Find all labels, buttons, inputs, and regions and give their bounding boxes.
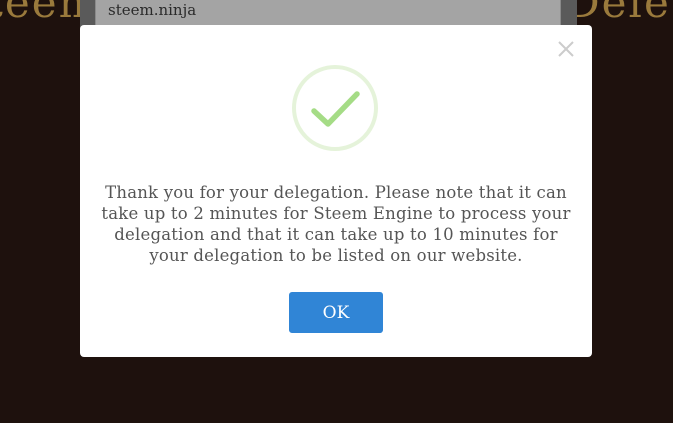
ok-button[interactable]: OK	[289, 292, 383, 333]
close-icon	[558, 41, 574, 57]
close-button[interactable]	[554, 37, 578, 61]
success-dialog: Thank you for your delegation. Please no…	[80, 25, 592, 357]
dialog-message: Thank you for your delegation. Please no…	[101, 183, 571, 265]
success-check-icon	[292, 65, 378, 151]
page: teem Deleg steem.ninja Thank you for you…	[0, 0, 673, 423]
